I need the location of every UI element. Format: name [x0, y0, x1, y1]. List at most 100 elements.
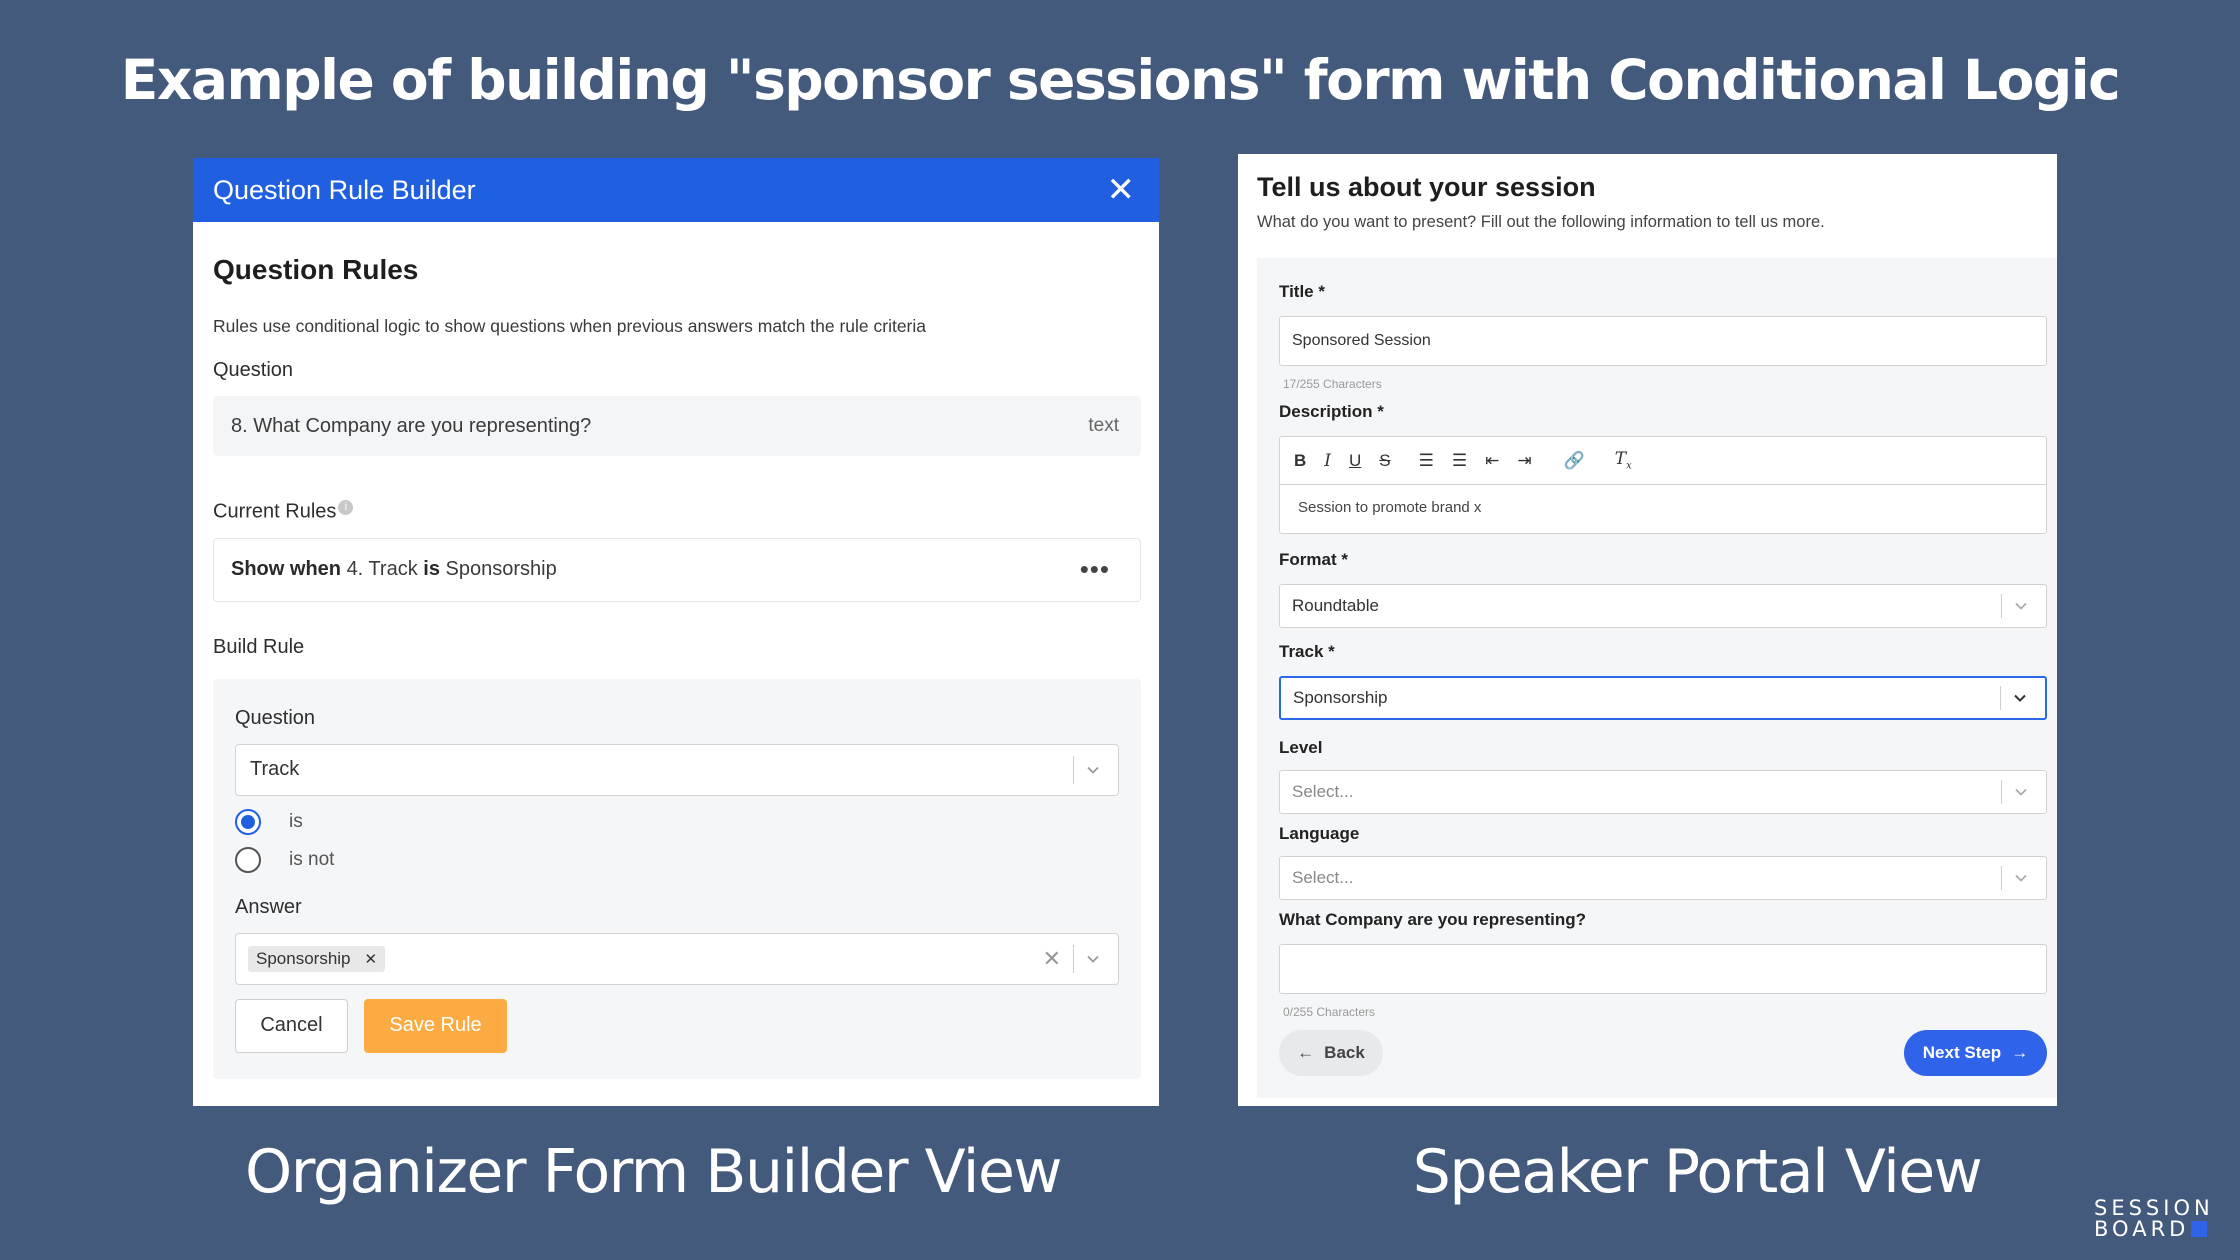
logo-line-1: SESSION: [2094, 1196, 2214, 1220]
sessionboard-logo: SESSION BOARD: [2094, 1198, 2214, 1240]
chevron-down-icon[interactable]: [2014, 599, 2028, 613]
track-select[interactable]: Sponsorship: [1279, 676, 2047, 720]
builder-header-title: Question Rule Builder: [213, 174, 476, 205]
select-separator: [2001, 594, 2002, 618]
page-headline: Example of building "sponsor sessions" f…: [120, 48, 2121, 112]
portal-title: Tell us about your session: [1257, 172, 1596, 202]
back-button-label: Back: [1324, 1043, 1365, 1062]
strikethrough-icon[interactable]: S: [1379, 451, 1390, 471]
chevron-down-icon[interactable]: [2014, 871, 2028, 885]
info-icon[interactable]: i: [338, 500, 354, 515]
language-select[interactable]: Select...: [1279, 856, 2047, 900]
editor-toolbar: B I U S ☰ ☰ ⇤ ⇥ 🔗 Tx: [1280, 437, 2046, 485]
next-step-label: Next Step: [1922, 1043, 2002, 1062]
builder-header: Question Rule Builder ✕: [193, 158, 1159, 222]
rule-value: Sponsorship: [445, 558, 557, 581]
select-separator: [2000, 686, 2001, 710]
save-rule-button[interactable]: Save Rule: [364, 998, 507, 1053]
target-question-text: 8. What Company are you representing?: [231, 414, 592, 437]
select-separator: [1073, 944, 1074, 973]
radio-is[interactable]: [235, 808, 261, 835]
indent-icon[interactable]: ⇥: [1517, 451, 1531, 471]
rule-question: 4. Track: [346, 558, 418, 581]
language-label: Language: [1279, 824, 1360, 843]
format-select[interactable]: Roundtable: [1279, 584, 2047, 628]
target-question-box: 8. What Company are you representing? te…: [213, 396, 1141, 456]
current-rule-text: Show when 4. Track is Sponsorship: [231, 558, 557, 581]
question-rule-builder-panel: Question Rule Builder ✕ Question Rules R…: [193, 158, 1159, 1106]
chevron-down-icon[interactable]: [2013, 691, 2027, 705]
chevron-down-icon[interactable]: [1086, 763, 1100, 777]
answer-chip: Sponsorship ✕: [248, 945, 386, 972]
portal-subtitle: What do you want to present? Fill out th…: [1257, 213, 1825, 231]
cancel-button[interactable]: Cancel: [235, 998, 348, 1053]
italic-icon[interactable]: I: [1324, 451, 1331, 471]
format-select-value: Roundtable: [1292, 596, 1379, 615]
answer-select[interactable]: Sponsorship ✕ ✕: [235, 932, 1119, 985]
level-placeholder: Select...: [1292, 782, 1354, 801]
select-separator: [2001, 866, 2002, 890]
rule-show-when: Show when: [231, 558, 341, 581]
speaker-portal-panel: Tell us about your session What do you w…: [1238, 154, 2057, 1106]
rule-operator: is: [423, 558, 440, 581]
format-label: Format *: [1279, 550, 1348, 569]
close-icon[interactable]: ✕: [1107, 173, 1136, 207]
next-step-button[interactable]: Next Step →: [1904, 1030, 2047, 1076]
level-select[interactable]: Select...: [1279, 770, 2047, 814]
underline-icon[interactable]: U: [1349, 451, 1361, 471]
description-editor[interactable]: B I U S ☰ ☰ ⇤ ⇥ 🔗 Tx Session to promote …: [1279, 436, 2047, 534]
more-options-icon[interactable]: •••: [1080, 554, 1110, 585]
clear-format-icon[interactable]: Tx: [1615, 449, 1632, 471]
company-label: What Company are you representing?: [1279, 910, 1586, 929]
question-rules-title: Question Rules: [213, 254, 419, 285]
logo-mark-icon: [2191, 1221, 2208, 1237]
arrow-right-icon: →: [2011, 1043, 2029, 1062]
build-question-label: Question: [235, 706, 316, 729]
select-separator: [1073, 755, 1074, 784]
session-form: Title * Sponsored Session 17/255 Charact…: [1257, 258, 2057, 1098]
radio-is-not[interactable]: [235, 846, 261, 873]
answer-label: Answer: [235, 895, 302, 918]
radio-is-not-label: is not: [289, 848, 335, 870]
form-navigation: ← Back Next Step →: [1279, 1030, 2047, 1076]
outdent-icon[interactable]: ⇤: [1485, 451, 1499, 471]
bullet-list-icon[interactable]: ☰: [1452, 451, 1467, 471]
rules-description: Rules use conditional logic to show ques…: [213, 316, 927, 336]
company-input[interactable]: [1279, 944, 2047, 994]
build-rule-box: Question Track is is not Answer Sponsors…: [213, 678, 1141, 1079]
radio-is-not-row[interactable]: is not: [235, 846, 1119, 874]
question-label: Question: [213, 359, 294, 381]
title-char-count: 17/255 Characters: [1283, 377, 1382, 391]
question-select[interactable]: Track: [235, 743, 1119, 796]
arrow-left-icon: ←: [1297, 1043, 1315, 1062]
question-type: text: [1088, 415, 1119, 436]
current-rule-row: Show when 4. Track is Sponsorship •••: [213, 537, 1141, 602]
level-label: Level: [1279, 738, 1323, 757]
logo-line-2: BOARD: [2094, 1217, 2190, 1241]
title-input[interactable]: Sponsored Session: [1279, 316, 2047, 366]
build-rule-label: Build Rule: [213, 635, 305, 658]
ordered-list-icon[interactable]: ☰: [1419, 451, 1434, 471]
back-button[interactable]: ← Back: [1279, 1030, 1383, 1076]
company-char-count: 0/255 Characters: [1283, 1005, 1376, 1019]
radio-is-label: is: [289, 810, 303, 832]
link-icon[interactable]: 🔗: [1564, 451, 1585, 471]
caption-organizer: Organizer Form Builder View: [245, 1137, 1062, 1207]
current-rules-heading: Current Rules i: [213, 500, 1141, 524]
chevron-down-icon[interactable]: [1086, 952, 1100, 966]
current-rules-label: Current Rules: [213, 500, 337, 523]
caption-speaker: Speaker Portal View: [1412, 1137, 1983, 1207]
radio-is-row[interactable]: is: [235, 808, 1119, 836]
select-separator: [2001, 780, 2002, 804]
description-text[interactable]: Session to promote brand x: [1280, 485, 2046, 530]
language-placeholder: Select...: [1292, 868, 1354, 887]
chevron-down-icon[interactable]: [2014, 785, 2028, 799]
chip-remove-icon[interactable]: ✕: [365, 950, 378, 968]
description-label: Description *: [1279, 402, 1384, 421]
answer-chip-label: Sponsorship: [256, 948, 351, 968]
track-label: Track *: [1279, 642, 1335, 661]
title-label: Title *: [1279, 282, 1325, 301]
question-select-value: Track: [250, 758, 300, 781]
clear-icon[interactable]: ✕: [1043, 946, 1061, 972]
bold-icon[interactable]: B: [1294, 451, 1306, 471]
